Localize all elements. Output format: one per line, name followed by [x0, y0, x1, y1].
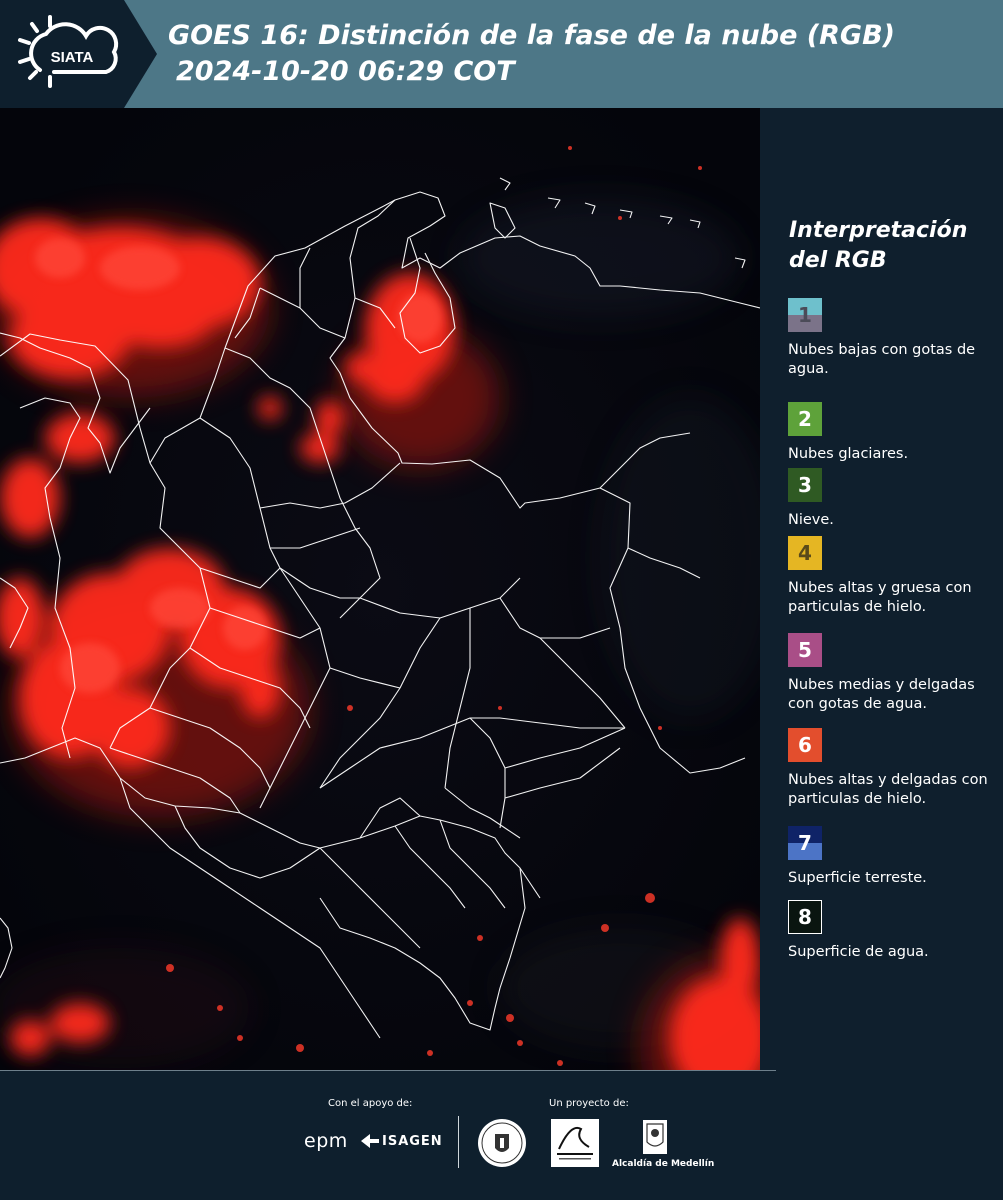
- legend-item-2: 2 Nubes glaciares.: [788, 402, 1000, 464]
- legend-swatch-1: 1: [788, 298, 822, 332]
- legend-item-5: 5 Nubes medias y delgadas con gotas de ag…: [788, 633, 1000, 714]
- legend-number: 7: [798, 831, 812, 855]
- siata-logo: SIATA: [0, 0, 157, 108]
- legend-number: 1: [798, 303, 812, 327]
- legend-panel: Interpretación del RGB 1 Nubes bajas con …: [760, 108, 1003, 1070]
- isagen-mark-icon: [361, 1134, 379, 1148]
- legend-number: 6: [798, 733, 812, 757]
- legend-label: Superficie terreste.: [788, 870, 927, 886]
- legend-item-6: 6 Nubes altas y delgadas con particulas d…: [788, 728, 1000, 809]
- page-title: GOES 16: Distinción de la fase de la nub…: [168, 20, 895, 51]
- legend-number: 5: [798, 638, 812, 662]
- area-metropolitana-icon: [557, 1127, 593, 1160]
- legend-item-3: 3 Nieve.: [788, 468, 1000, 530]
- siata-sun-cloud-icon: SIATA: [18, 15, 119, 88]
- legend-swatch-3: 3: [788, 468, 822, 502]
- alcaldia-shield-icon: [643, 1120, 667, 1154]
- legend-item-4: 4 Nubes altas y gruesa con particulas de …: [788, 536, 1000, 617]
- legend-number: 4: [798, 541, 812, 565]
- legend-swatch-7: 7: [788, 826, 822, 860]
- page-timestamp: 2024-10-20 06:29 COT: [176, 56, 515, 87]
- legend-label: Nubes medias y delgadas con gotas de agu…: [788, 677, 975, 712]
- support-label: Con el apoyo de:: [328, 1098, 413, 1109]
- legend-number: 2: [798, 407, 812, 431]
- area-metropolitana-logo: [551, 1119, 599, 1167]
- epm-logo: epm: [304, 1130, 348, 1152]
- legend-item-8: 8 Superficie de agua.: [788, 900, 1000, 962]
- footer: Con el apoyo de: Un proyecto de: epm ISA…: [0, 1070, 1003, 1200]
- header-bar: SIATA GOES 16: Distinción de la fase de …: [0, 0, 1003, 108]
- legend-title: Interpretación del RGB: [789, 218, 968, 273]
- logo-divider: [458, 1116, 459, 1168]
- legend-label: Nubes glaciares.: [788, 446, 909, 462]
- legend-number: 8: [798, 905, 812, 929]
- legend-swatch-6: 6: [788, 728, 822, 762]
- footer-divider-line: [0, 1070, 776, 1071]
- project-label: Un proyecto de:: [549, 1098, 629, 1109]
- legend-swatch-4: 4: [788, 536, 822, 570]
- logo-text: SIATA: [51, 49, 94, 66]
- legend-item-7: 7 Superficie terreste.: [788, 826, 1000, 888]
- legend-label: Nubes bajas con gotas de agua.: [788, 342, 976, 377]
- legend-label: Nubes altas y delgadas con particulas de…: [788, 772, 988, 807]
- legend-item-1: 1 Nubes bajas con gotas de agua.: [788, 298, 1000, 379]
- legend-label: Nieve.: [788, 512, 834, 528]
- isagen-logo: ISAGEN: [382, 1134, 443, 1149]
- legend-label: Nubes altas y gruesa con particulas de h…: [788, 580, 972, 615]
- legend-swatch-5: 5: [788, 633, 822, 667]
- legend-label: Superficie de agua.: [788, 944, 929, 960]
- rgb-satellite-image: [0, 108, 760, 1070]
- legend-swatch-8: 8: [788, 900, 822, 934]
- legend-number: 3: [798, 473, 812, 497]
- university-seal-icon: [478, 1119, 526, 1167]
- legend-swatch-2: 2: [788, 402, 822, 436]
- satellite-map[interactable]: [0, 108, 760, 1070]
- alcaldia-logo-text: Alcaldía de Medellín: [612, 1159, 715, 1169]
